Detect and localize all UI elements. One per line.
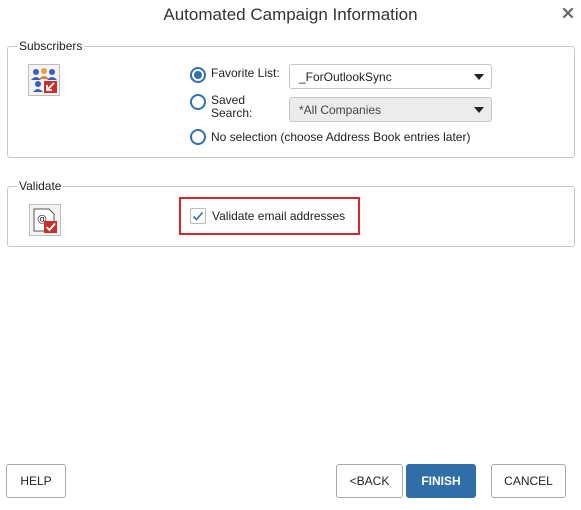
validate-email-checkbox[interactable] <box>190 208 206 224</box>
help-button[interactable]: HELP <box>6 464 66 498</box>
favorite-list-radio-button[interactable] <box>190 67 206 83</box>
people-group-icon <box>28 64 60 96</box>
chevron-down-icon <box>474 74 484 80</box>
validate-email-label: Validate email addresses <box>212 209 346 223</box>
saved-search-value: *All Companies <box>299 103 382 117</box>
validate-legend: Validate <box>19 179 62 193</box>
favorite-list-value: _ForOutlookSync <box>299 70 392 84</box>
cancel-button[interactable]: CANCEL <box>491 464 566 498</box>
saved-search-label: Saved Search: <box>211 93 253 120</box>
subscribers-legend: Subscribers <box>19 39 83 53</box>
saved-search-radio[interactable]: Saved Search: <box>190 94 252 120</box>
saved-search-radio-button[interactable] <box>190 94 206 110</box>
favorite-list-label: Favorite List: <box>211 66 280 80</box>
finish-button[interactable]: FINISH <box>406 464 476 498</box>
no-selection-label: No selection (choose Address Book entrie… <box>211 130 471 144</box>
validate-email-checkbox-row[interactable]: Validate email addresses <box>190 208 345 224</box>
no-selection-radio[interactable]: No selection (choose Address Book entrie… <box>190 129 470 145</box>
favorite-list-select[interactable]: _ForOutlookSync <box>289 64 492 89</box>
close-icon[interactable] <box>562 7 574 19</box>
back-button[interactable]: <BACK <box>336 464 403 498</box>
email-check-icon: @ <box>29 204 61 236</box>
saved-search-select[interactable]: *All Companies <box>289 97 492 122</box>
dialog-titlebar: Automated Campaign Information <box>0 0 581 30</box>
dialog-title: Automated Campaign Information <box>163 5 418 24</box>
favorite-list-radio[interactable]: Favorite List: <box>190 67 280 83</box>
no-selection-radio-button[interactable] <box>190 129 206 145</box>
chevron-down-icon <box>474 107 484 113</box>
